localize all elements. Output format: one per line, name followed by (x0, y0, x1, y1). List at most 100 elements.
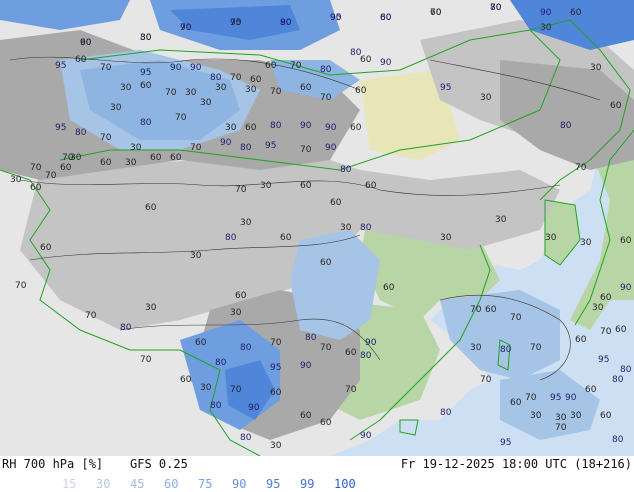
contour-value-label: 90 (380, 58, 392, 68)
contour-value-label: 70 (230, 73, 242, 83)
contour-value-label: 70 (300, 145, 312, 155)
contour-value-label: 80 (360, 223, 372, 233)
contour-value-label: 80 (320, 65, 332, 75)
contour-value-label: 30 (245, 85, 257, 95)
contour-value-label: 95 (55, 61, 66, 71)
contour-value-label: 80 (612, 375, 624, 385)
contour-value-label: 80 (140, 118, 152, 128)
contour-value-label: 70 (480, 375, 492, 385)
model-label: GFS 0.25 (130, 457, 188, 471)
contour-value-label: 70 (100, 63, 112, 73)
contour-value-label: 30 (10, 175, 22, 185)
contour-value-label: 30 (120, 83, 132, 93)
contour-value-label: 60 (615, 325, 627, 335)
contour-value-label: 70 (100, 133, 112, 143)
contour-value-label: 70 (235, 185, 247, 195)
contour-value-label: 30 (530, 411, 542, 421)
contour-value-label: 90 (190, 63, 202, 73)
contour-value-label: 70 (230, 18, 242, 28)
contour-value-label: 80 (120, 323, 132, 333)
contour-value-label: 70 (525, 393, 537, 403)
contour-value-label: 30 (200, 98, 212, 108)
contour-value-label: 90 (540, 8, 552, 18)
contour-value-label: 30 (215, 83, 227, 93)
contour-value-label: 60 (300, 83, 312, 93)
contour-value-label: 60 (180, 375, 192, 385)
contour-value-label: 70 (470, 305, 482, 315)
contour-value-label: 60 (320, 258, 332, 268)
contour-value-label: 30 (185, 88, 197, 98)
contour-value-label: 80 (240, 343, 252, 353)
contour-value-label: 70 (555, 423, 567, 433)
contour-value-label: 90 (565, 393, 577, 403)
contour-value-label: 80 (75, 128, 87, 138)
contour-value-label: 60 (575, 335, 587, 345)
contour-value-label: 60 (365, 181, 377, 191)
contour-value-label: 30 (480, 93, 492, 103)
contour-value-label: 30 (495, 215, 507, 225)
contour-value-label: 90 (180, 23, 192, 33)
contour-value-label: 80 (305, 333, 317, 343)
contour-value-label: 70 (190, 143, 202, 153)
contour-value-label: 60 (235, 291, 247, 301)
contour-value-label: 30 (440, 233, 452, 243)
contour-value-label: 60 (145, 203, 157, 213)
rh-700hpa-map: 90 8070 95 80 90 60 70 80 90 60956070 95 90 9080 70 60… (0, 0, 634, 456)
contour-value-label: 90 (325, 123, 337, 133)
parameter-label: RH 700 hPa [%] (2, 457, 104, 471)
contour-value-label: 95 (330, 13, 341, 23)
contour-value-label: 70 (45, 171, 57, 181)
contour-value-label: 60 (30, 183, 42, 193)
contour-value-label: 80 (612, 435, 624, 445)
contour-value-label: 60 (60, 163, 72, 173)
contour-value-label: 60 (600, 293, 612, 303)
contour-value-label: 30 (200, 383, 212, 393)
contour-value-label: 70 (290, 61, 302, 71)
contour-value-label: 70 (600, 327, 612, 337)
contour-value-label: 30 (260, 181, 272, 191)
contour-value-label: 90 (220, 138, 232, 148)
contour-value-label: 80 (560, 121, 572, 131)
contour-value-label: 90 (620, 283, 632, 293)
contour-value-label: 30 (340, 223, 352, 233)
contour-value-label: 30 (270, 441, 282, 451)
contour-value-label: 90 (280, 18, 292, 28)
contour-value-label: 30 (545, 233, 557, 243)
contour-value-label: 95 (55, 123, 66, 133)
contour-value-label: 60 (360, 55, 372, 65)
contour-value-label: 70 (345, 385, 357, 395)
contour-value-label: 60 (150, 153, 162, 163)
contour-value-label: 60 (300, 411, 312, 421)
contour-value-label: 60 (250, 75, 262, 85)
contour-value-label: 60 (350, 123, 362, 133)
contour-value-label: 60 (330, 198, 342, 208)
contour-value-label: 60 (510, 398, 522, 408)
contour-value-label: 90 (325, 143, 337, 153)
contour-value-label: 30 (570, 411, 582, 421)
contour-value-label: 30 (230, 308, 242, 318)
contour-value-label: 60 (75, 55, 87, 65)
contour-value-label: 80 (270, 121, 282, 131)
weather-map-frame: 90 80 70 95 80 90 60 70 80 90 60 95 60 70 95 90 90 80 70 60… (0, 0, 634, 491)
contour-value-label: 70 (530, 343, 542, 353)
contour-value-label: 95 (500, 438, 511, 448)
contour-value-label: 80 (620, 365, 632, 375)
contour-value-label: 60 (280, 233, 292, 243)
contour-value-label: 60 (485, 305, 497, 315)
contour-value-label: 30 (190, 251, 202, 261)
footer-title-row: RH 700 hPa [%] GFS 0.25 Fr 19-12-2025 18… (0, 456, 634, 472)
contour-value-label: 30 (70, 153, 82, 163)
contour-value-label: 70 (490, 3, 502, 13)
contour-value-label: 90 (365, 338, 377, 348)
contour-value-label: 70 (270, 87, 282, 97)
contour-value-label: 30 (110, 103, 122, 113)
contour-value-label: 60 (195, 338, 207, 348)
contour-value-label: 60 (100, 158, 112, 168)
contour-value-label: 70 (175, 113, 187, 123)
contour-value-label: 60 (40, 243, 52, 253)
contour-value-label: 80 (340, 165, 352, 175)
contour-value-label: 70 (30, 163, 42, 173)
contour-value-label: 60 (600, 411, 612, 421)
contour-value-label: 90 (300, 361, 312, 371)
contour-value-label: 80 (225, 233, 237, 243)
